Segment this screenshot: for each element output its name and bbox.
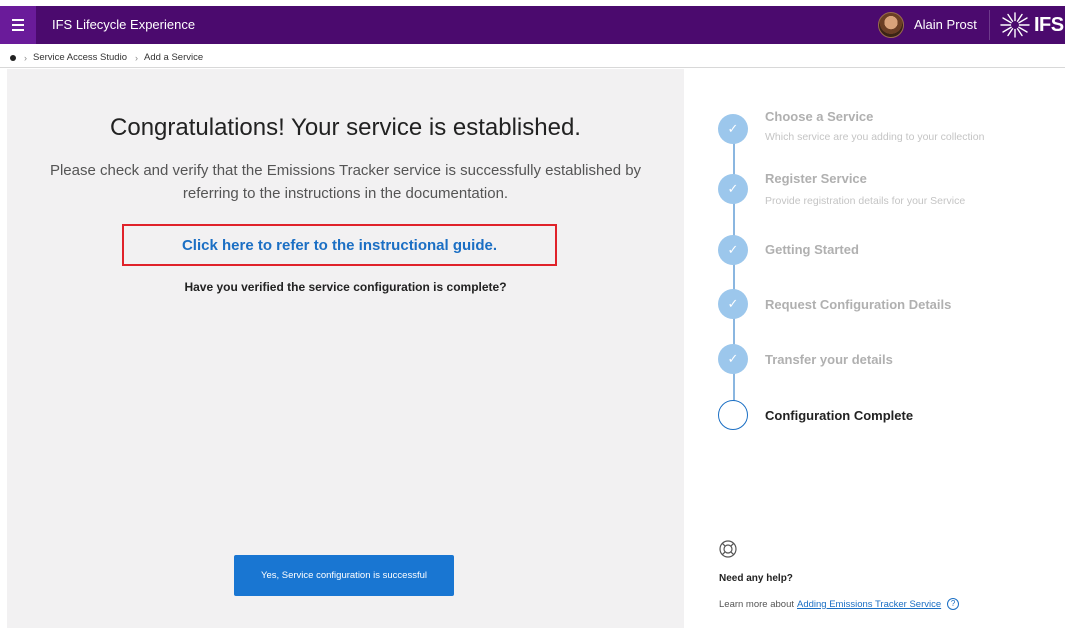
progress-steps-panel: ✓ Choose a Service Which service are you… bbox=[684, 69, 1065, 628]
checkmark-icon: ✓ bbox=[718, 235, 748, 265]
instructional-guide-link[interactable]: Click here to refer to the instructional… bbox=[182, 237, 497, 254]
main-panel: Congratulations! Your service is establi… bbox=[7, 69, 684, 628]
question-circle-icon[interactable]: ? bbox=[947, 598, 960, 610]
verification-description: Please check and verify that the Emissio… bbox=[49, 162, 642, 202]
checkmark-icon: ✓ bbox=[718, 289, 748, 319]
checkmark-icon: ✓ bbox=[718, 174, 748, 204]
breadcrumb-item-service-access-studio[interactable]: Service Access Studio bbox=[33, 52, 127, 63]
step-title: Transfer your details bbox=[765, 352, 893, 367]
hamburger-menu-icon[interactable] bbox=[0, 6, 36, 44]
chevron-right-icon: › bbox=[24, 52, 27, 63]
home-dot-icon[interactable] bbox=[10, 54, 16, 61]
step-title: Request Configuration Details bbox=[765, 297, 952, 312]
checkmark-icon: ✓ bbox=[718, 114, 748, 144]
top-bar: IFS Lifecycle Experience Alain Prost IFS bbox=[0, 6, 1065, 44]
brand-logo: IFS bbox=[1000, 10, 1064, 40]
page-title: Congratulations! Your service is establi… bbox=[110, 114, 581, 141]
step-subtitle: Which service are you adding to your col… bbox=[765, 131, 985, 143]
brand-text: IFS bbox=[1034, 13, 1064, 36]
breadcrumb: › Service Access Studio › Add a Service bbox=[0, 48, 1065, 68]
step-subtitle: Provide registration details for your Se… bbox=[765, 195, 966, 207]
help-text: Learn more about Adding Emissions Tracke… bbox=[719, 598, 960, 610]
guide-link-highlight: Click here to refer to the instructional… bbox=[122, 224, 557, 266]
confirm-configuration-button[interactable]: Yes, Service configuration is successful bbox=[234, 555, 454, 596]
ifs-starburst-icon bbox=[1000, 12, 1030, 38]
step-title: Register Service bbox=[765, 171, 867, 186]
step-title: Getting Started bbox=[765, 242, 859, 257]
checkmark-icon: ✓ bbox=[718, 344, 748, 374]
user-avatar[interactable] bbox=[878, 12, 904, 38]
verify-question: Have you verified the service configurat… bbox=[184, 280, 507, 294]
lifebuoy-icon bbox=[719, 540, 737, 558]
user-name[interactable]: Alain Prost bbox=[914, 17, 977, 32]
help-prefix: Learn more about bbox=[719, 598, 794, 610]
help-documentation-link[interactable]: Adding Emissions Tracker Service bbox=[797, 599, 941, 610]
app-title[interactable]: IFS Lifecycle Experience bbox=[52, 17, 195, 32]
step-title: Choose a Service bbox=[765, 109, 874, 124]
breadcrumb-item-add-a-service[interactable]: Add a Service bbox=[144, 52, 203, 63]
help-title: Need any help? bbox=[719, 573, 793, 584]
step-title: Configuration Complete bbox=[765, 408, 914, 423]
header-divider bbox=[989, 10, 990, 40]
chevron-right-icon: › bbox=[135, 52, 138, 63]
current-step-indicator bbox=[718, 400, 748, 430]
